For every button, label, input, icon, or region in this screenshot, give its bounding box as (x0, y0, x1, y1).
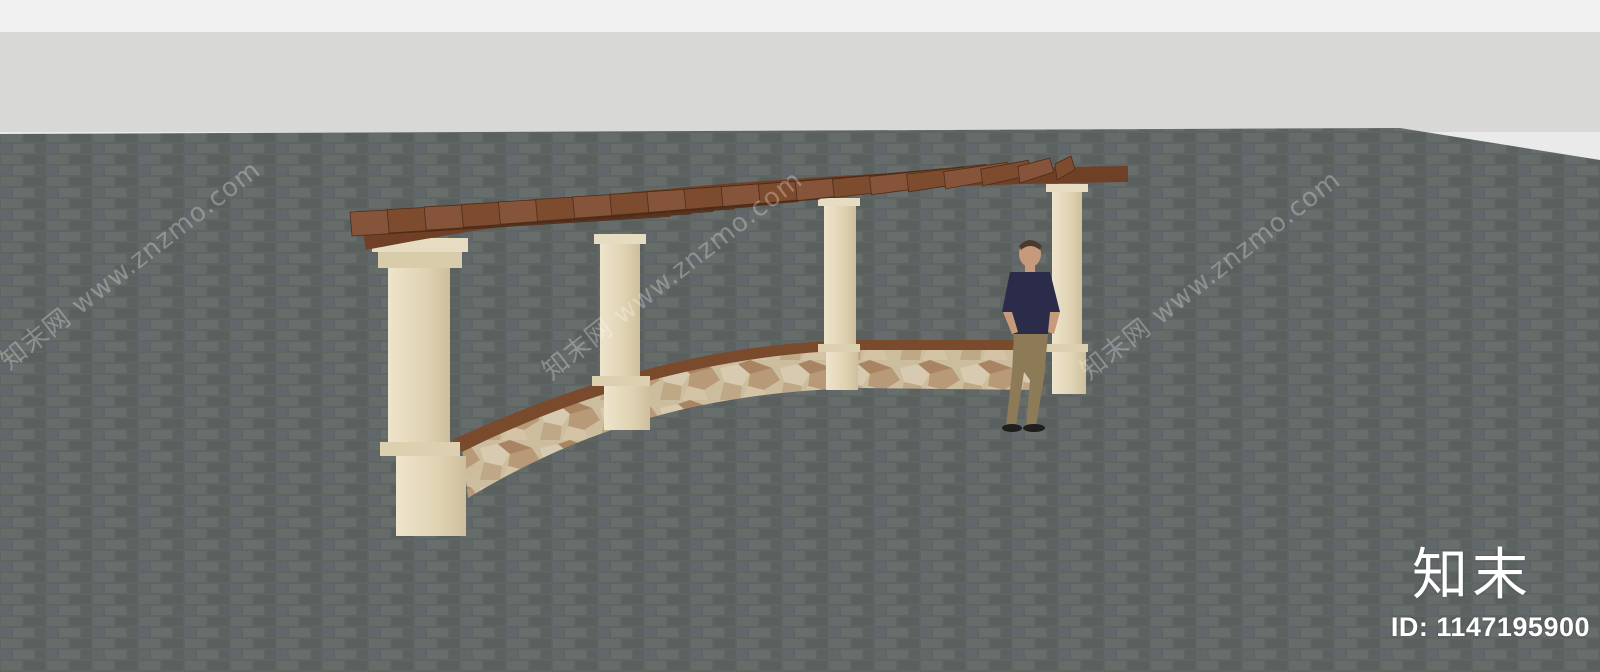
paving-ground (0, 128, 1600, 672)
image-id-label: ID: 1147195900 (1390, 612, 1590, 642)
sky (0, 0, 1600, 32)
horizon-band (0, 32, 1600, 132)
pergola-scene (0, 0, 1600, 672)
brand-logo-text: 知末 (1412, 543, 1532, 608)
